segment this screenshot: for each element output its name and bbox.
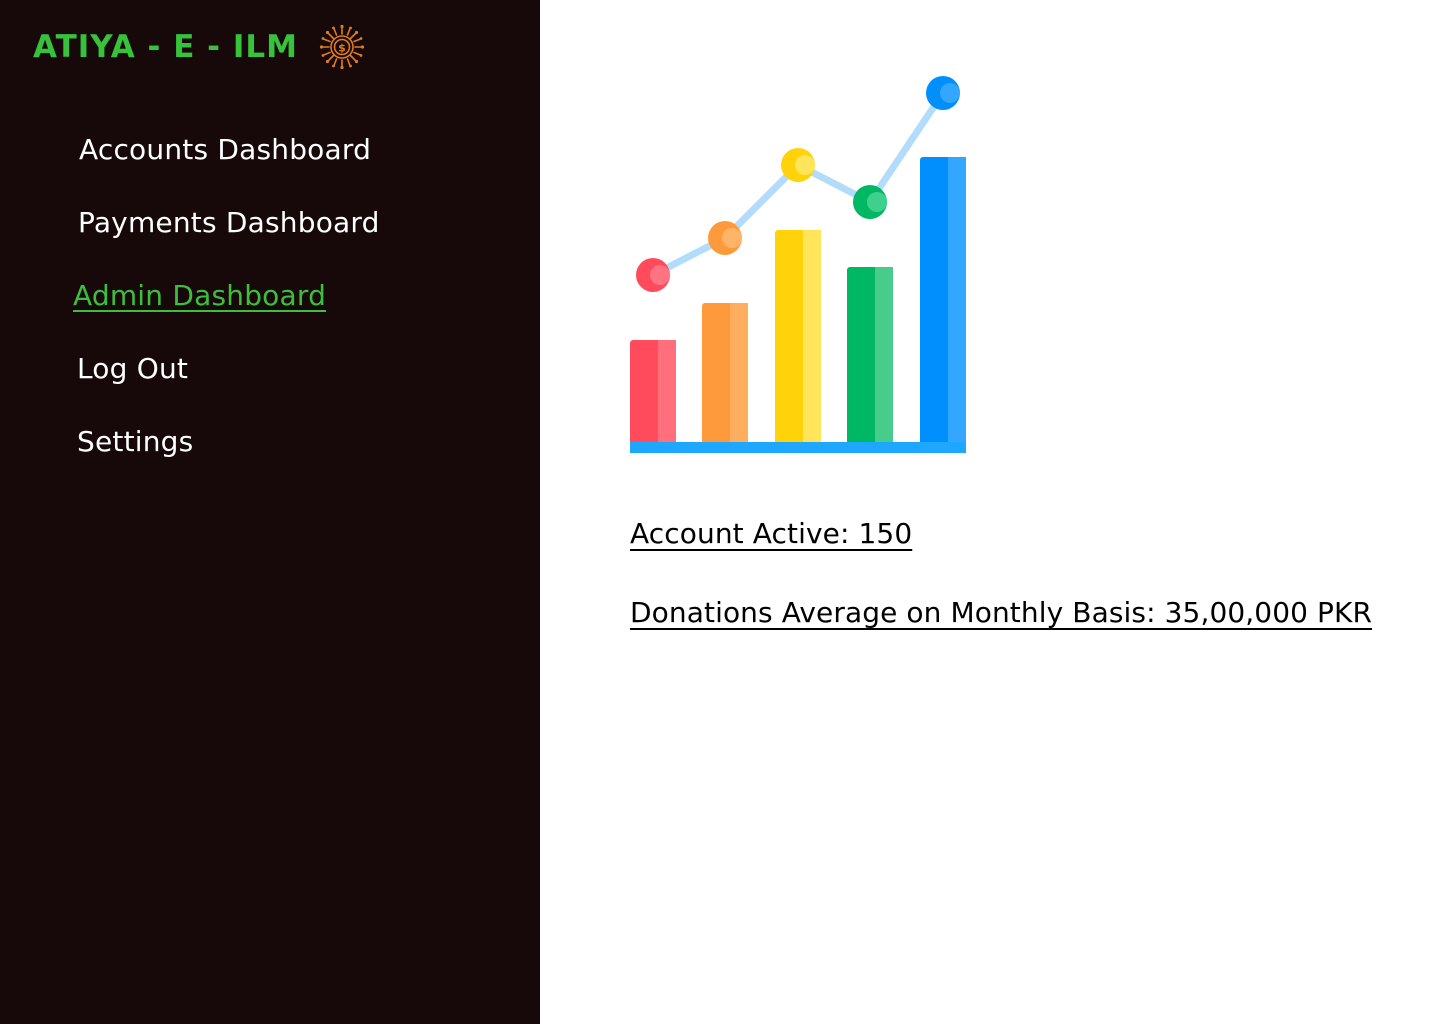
sidebar-item-log-out[interactable]: Log Out [77,351,188,387]
sidebar-item-payments-dashboard[interactable]: Payments Dashboard [78,205,380,241]
sidebar-item-settings[interactable]: Settings [77,424,193,460]
donation-coin-icon: $ [319,24,365,70]
brand[interactable]: ATIYA - E - ILM $ [33,24,366,70]
app-window: ATIYA - E - ILM $ Accounts Dashboard Pay… [0,0,1440,1024]
main-content: Account Active: 150 Donations Average on… [540,0,1440,1024]
accounts-active-stat[interactable]: Account Active: 150 [630,517,912,550]
illustration-bars [630,157,966,453]
growth-bar-chart-icon [630,76,966,453]
brand-title: ATIYA - E - ILM [33,29,298,65]
sidebar-item-admin-dashboard[interactable]: Admin Dashboard [73,278,326,314]
sidebar: ATIYA - E - ILM $ Accounts Dashboard Pay… [0,0,540,1024]
sidebar-item-accounts-dashboard[interactable]: Accounts Dashboard [79,132,371,168]
svg-text:$: $ [338,42,346,55]
donations-average-stat[interactable]: Donations Average on Monthly Basis: 35,0… [630,596,1372,629]
